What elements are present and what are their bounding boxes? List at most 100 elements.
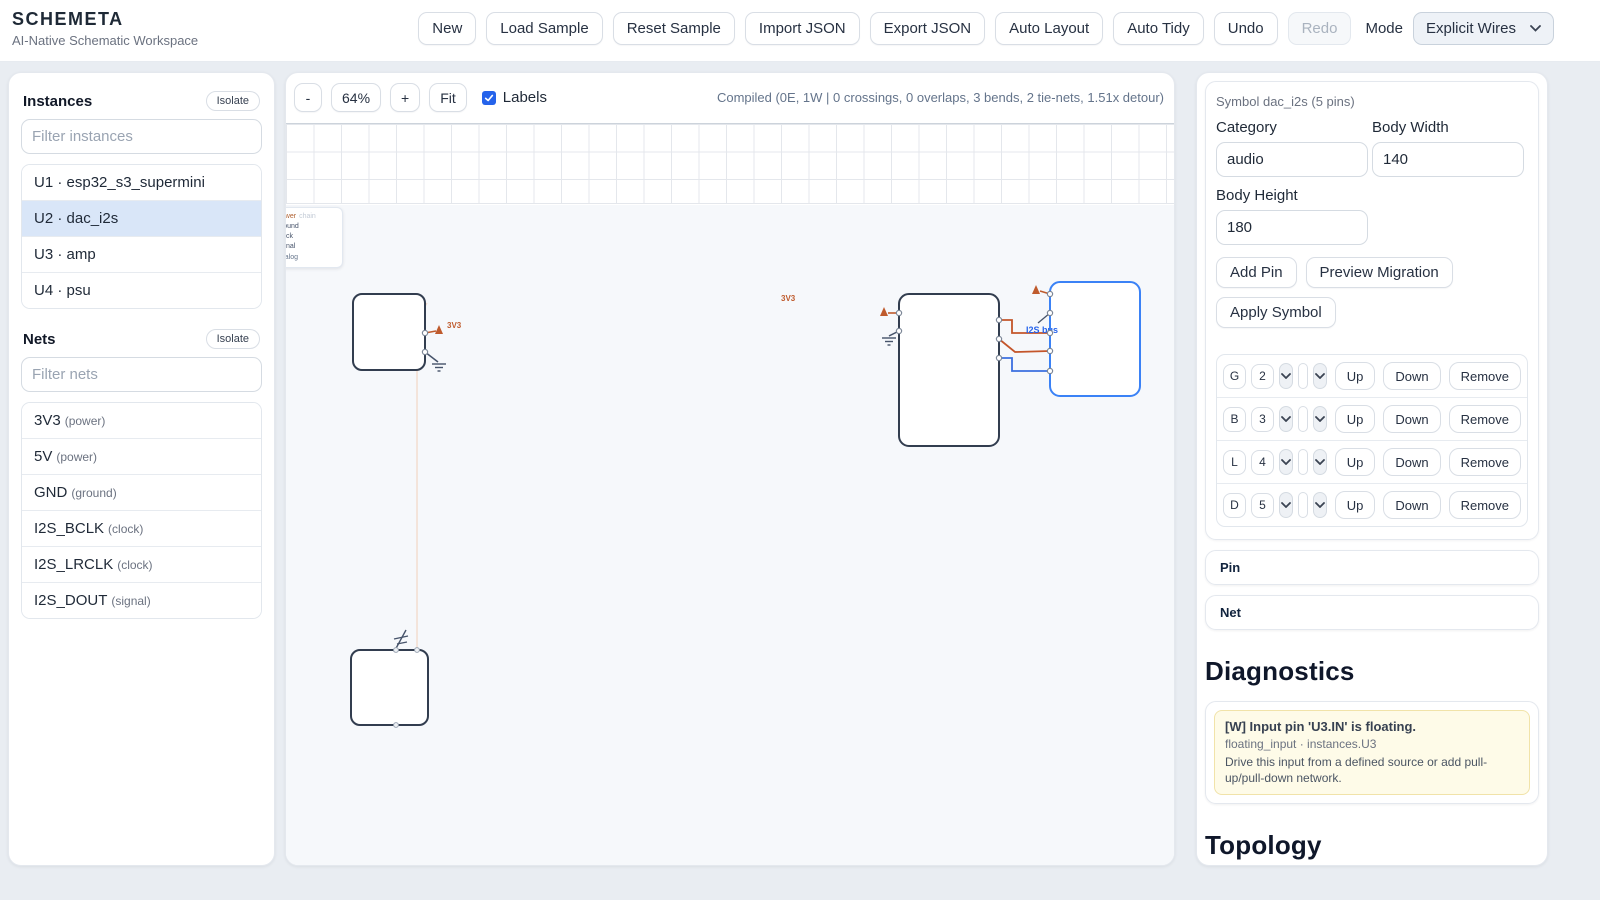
undo-button[interactable]: Undo	[1214, 12, 1278, 45]
body-width-input[interactable]	[1372, 142, 1524, 177]
import-json-button[interactable]: Import JSON	[745, 12, 860, 45]
pin-offset-input[interactable]	[1298, 406, 1309, 432]
pin-up-button[interactable]: Up	[1335, 448, 1376, 476]
export-json-button[interactable]: Export JSON	[870, 12, 986, 45]
net-section[interactable]: Net	[1205, 595, 1539, 630]
chevron-down-icon	[1315, 373, 1325, 379]
zoom-in-button[interactable]: +	[390, 83, 420, 112]
pin-down-button[interactable]: Down	[1383, 448, 1440, 476]
pin-up-button[interactable]: Up	[1335, 405, 1376, 433]
filter-instances-input[interactable]	[21, 119, 262, 154]
power-flag-icon	[880, 307, 888, 316]
net-row-i2s-lrclk[interactable]: I2S_LRCLK (clock)	[22, 547, 261, 583]
net-row-3v3[interactable]: 3V3(power)	[22, 403, 261, 439]
pin-remove-button[interactable]: Remove	[1449, 405, 1521, 433]
net-class: (ground)	[71, 486, 116, 500]
apply-symbol-button[interactable]: Apply Symbol	[1216, 297, 1336, 328]
instance-row-u1[interactable]: U1 · esp32_s3_supermini	[22, 165, 261, 201]
redo-button[interactable]: Redo	[1288, 12, 1352, 45]
pin-offset-input[interactable]	[1298, 449, 1309, 475]
pin-dot	[1047, 291, 1052, 296]
pin-remove-button[interactable]: Remove	[1449, 362, 1521, 390]
pin-name-input[interactable]	[1223, 364, 1246, 389]
ground-icon	[432, 364, 446, 371]
net-row-5v[interactable]: 5V(power)	[22, 439, 261, 475]
chevron-down-icon	[1281, 373, 1291, 379]
zoom-level-button[interactable]: 64%	[331, 83, 381, 112]
pin-name-input[interactable]	[1223, 493, 1246, 518]
pin-dot	[1047, 348, 1052, 353]
category-input[interactable]	[1216, 142, 1368, 177]
topbar-actions: New Load Sample Reset Sample Import JSON…	[418, 12, 1554, 45]
filter-nets-input[interactable]	[21, 357, 262, 392]
net-name: I2S_LRCLK	[34, 556, 113, 573]
pin-down-button[interactable]: Down	[1383, 362, 1440, 390]
app-subtitle: AI-Native Schematic Workspace	[12, 33, 198, 48]
check-icon	[484, 93, 494, 103]
pin-down-button[interactable]: Down	[1383, 491, 1440, 519]
schematic-canvas[interactable]: - 64% + Fit Labels Compiled (0E, 1W | 0 …	[285, 72, 1175, 866]
pin-number-input[interactable]	[1251, 364, 1274, 389]
category-label: Category	[1216, 119, 1372, 136]
component-u1-esp32[interactable]	[899, 294, 999, 446]
component-u2-dac-i2s[interactable]	[1050, 282, 1140, 396]
net-class: (power)	[65, 414, 106, 428]
pin-number-input[interactable]	[1251, 450, 1274, 475]
pin-section[interactable]: Pin	[1205, 550, 1539, 585]
pin-type-select[interactable]	[1313, 363, 1327, 389]
auto-layout-button[interactable]: Auto Layout	[995, 12, 1103, 45]
new-button[interactable]: New	[418, 12, 476, 45]
instances-header: Instances Isolate	[23, 91, 260, 111]
instance-row-u2[interactable]: U2 · dac_i2s	[22, 201, 261, 237]
zoom-out-button[interactable]: -	[294, 83, 322, 112]
reset-sample-button[interactable]: Reset Sample	[613, 12, 735, 45]
canvas-toolbar: - 64% + Fit Labels	[294, 83, 547, 112]
topology-heading: Topology	[1205, 830, 1539, 861]
net-row-gnd[interactable]: GND(ground)	[22, 475, 261, 511]
warning-item[interactable]: [W] Input pin 'U3.IN' is floating. float…	[1214, 710, 1530, 795]
pin-row: Up Down Remove	[1217, 484, 1527, 526]
labels-checkbox[interactable]	[482, 91, 496, 105]
pin-offset-input[interactable]	[1298, 492, 1309, 518]
auto-tidy-button[interactable]: Auto Tidy	[1113, 12, 1204, 45]
pin-number-input[interactable]	[1251, 407, 1274, 432]
pin-type-select[interactable]	[1313, 406, 1327, 432]
fit-button[interactable]: Fit	[429, 83, 467, 112]
net-class: (clock)	[117, 558, 152, 572]
pin-remove-button[interactable]: Remove	[1449, 491, 1521, 519]
pin-down-button[interactable]: Down	[1383, 405, 1440, 433]
pin-type-select[interactable]	[1313, 492, 1327, 518]
pin-dot	[394, 723, 399, 728]
pin-side-select[interactable]	[1279, 492, 1293, 518]
pin-offset-input[interactable]	[1298, 363, 1309, 389]
pin-side-select[interactable]	[1279, 406, 1293, 432]
pin-row: Up Down Remove	[1217, 398, 1527, 441]
body-height-input[interactable]	[1216, 210, 1368, 245]
instance-row-u4[interactable]: U4 · psu	[22, 273, 261, 308]
pin-type-select[interactable]	[1313, 449, 1327, 475]
instances-isolate-button[interactable]: Isolate	[206, 91, 260, 111]
mode-select[interactable]: Explicit Wires	[1413, 12, 1554, 45]
pin-side-select[interactable]	[1279, 363, 1293, 389]
ground-icon	[882, 338, 896, 345]
pin-name-input[interactable]	[1223, 450, 1246, 475]
brand: SCHEMETA AI-Native Schematic Workspace	[12, 9, 198, 48]
component-bottom[interactable]	[351, 650, 428, 725]
preview-migration-button[interactable]: Preview Migration	[1306, 257, 1453, 288]
pin-name-input[interactable]	[1223, 407, 1246, 432]
pin-up-button[interactable]: Up	[1335, 491, 1376, 519]
inspector-panel: Symbol dac_i2s (5 pins) Category Body Wi…	[1196, 72, 1548, 866]
load-sample-button[interactable]: Load Sample	[486, 12, 602, 45]
pin-remove-button[interactable]: Remove	[1449, 448, 1521, 476]
pin-up-button[interactable]: Up	[1335, 362, 1376, 390]
instance-row-u3[interactable]: U3 · amp	[22, 237, 261, 273]
pin-number-input[interactable]	[1251, 493, 1274, 518]
add-pin-button[interactable]: Add Pin	[1216, 257, 1297, 288]
net-row-i2s-bclk[interactable]: I2S_BCLK(clock)	[22, 511, 261, 547]
labels-toggle[interactable]: Labels	[482, 89, 547, 106]
component-u4-psu[interactable]	[353, 294, 425, 370]
pin-dot	[1047, 330, 1052, 335]
pin-side-select[interactable]	[1279, 449, 1293, 475]
net-row-i2s-dout[interactable]: I2S_DOUT(signal)	[22, 583, 261, 618]
nets-isolate-button[interactable]: Isolate	[206, 329, 260, 349]
